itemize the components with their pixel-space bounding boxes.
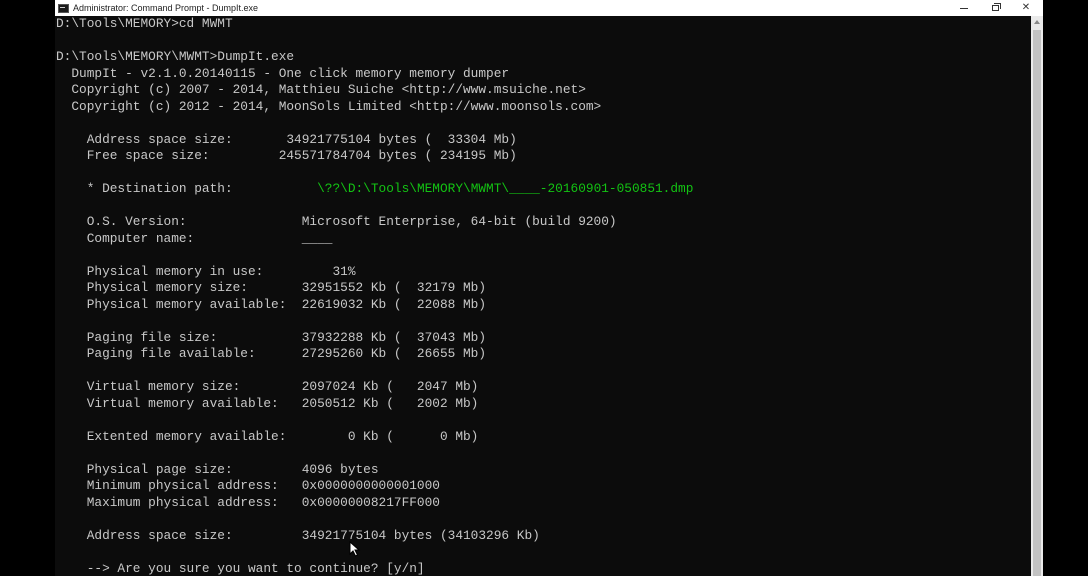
console-line: D:\Tools\MEMORY\MWMT>DumpIt.exe <box>56 49 1031 66</box>
console-line-text: Paging file size: 37932288 Kb ( 37043 Mb… <box>56 329 487 345</box>
restore-button[interactable] <box>979 0 1011 16</box>
scroll-thumb[interactable] <box>1033 30 1041 576</box>
console-line: Physical page size: 4096 bytes <box>56 462 1031 479</box>
console-line-text: Maximum physical address: 0x00000008217F… <box>56 494 440 510</box>
console-line-text: D:\Tools\MEMORY\MWMT>DumpIt.exe <box>56 49 295 64</box>
console-line: --> Are you sure you want to continue? [… <box>56 561 1031 576</box>
console-line-text: Physical memory available: 22619032 Kb (… <box>56 296 487 312</box>
console-line-text: Paging file available: 27295260 Kb ( 266… <box>56 346 487 361</box>
console-line-text: Physical page size: 4096 bytes <box>56 461 379 477</box>
console-line: Paging file available: 27295260 Kb ( 266… <box>56 346 1031 363</box>
mouse-pointer-icon <box>349 541 361 557</box>
scroll-up-arrow-icon[interactable] <box>1031 16 1043 28</box>
console-line: Free space size: 245571784704 bytes ( 23… <box>56 148 1031 165</box>
console-line: Physical memory in use: 31% <box>56 264 1031 281</box>
console-line: DumpIt - v2.1.0.20140115 - One click mem… <box>56 66 1031 83</box>
console-line-text: Minimum physical address: 0x000000000000… <box>56 478 440 493</box>
console-line: Maximum physical address: 0x00000008217F… <box>56 495 1031 512</box>
console-line-text: Computer name: ____ <box>56 230 333 246</box>
console-line-text: O.S. Version: Microsoft Enterprise, 64-b… <box>56 214 617 229</box>
console-line: Copyright (c) 2012 - 2014, MoonSols Limi… <box>56 99 1031 116</box>
minimize-button[interactable] <box>948 0 980 16</box>
restore-icon <box>991 3 1001 11</box>
console-line-text: Address space size: 34921775104 bytes ( … <box>56 131 517 147</box>
close-icon: ✕ <box>1021 2 1031 13</box>
console-line: Virtual memory available: 2050512 Kb ( 2… <box>56 396 1031 413</box>
command-prompt-window[interactable]: Administrator: Command Prompt - DumpIt.e… <box>55 0 1043 576</box>
vertical-scrollbar[interactable] <box>1031 16 1043 576</box>
console-line-text: Copyright (c) 2012 - 2014, MoonSols Limi… <box>56 98 602 114</box>
cmd-icon <box>58 3 69 13</box>
console-line-text: --> Are you sure you want to continue? [… <box>56 560 425 576</box>
console-line-text: D:\Tools\MEMORY>cd MWMT <box>56 16 233 31</box>
console-line-text: Copyright (c) 2007 - 2014, Matthieu Suic… <box>56 82 586 97</box>
console-line-text: Extented memory available: 0 Kb ( 0 Mb) <box>56 428 479 444</box>
console-line: Paging file size: 37932288 Kb ( 37043 Mb… <box>56 330 1031 347</box>
console-output[interactable]: D:\Tools\MEMORY>cd MWMT D:\Tools\MEMORY\M… <box>56 16 1031 576</box>
title-bar[interactable]: Administrator: Command Prompt - DumpIt.e… <box>55 0 1043 16</box>
console-line: * Destination path: \??\D:\Tools\MEMORY\… <box>56 181 1031 198</box>
console-line: Physical memory available: 22619032 Kb (… <box>56 297 1031 314</box>
console-line-text: Virtual memory available: 2050512 Kb ( 2… <box>56 395 479 411</box>
minimize-icon <box>960 7 968 9</box>
console-line-text: DumpIt - v2.1.0.20140115 - One click mem… <box>56 65 510 81</box>
window-title: Administrator: Command Prompt - DumpIt.e… <box>73 3 259 13</box>
console-line: D:\Tools\MEMORY>cd MWMT <box>56 16 1031 33</box>
console-line: Physical memory size: 32951552 Kb ( 3217… <box>56 280 1031 297</box>
console-line-text: * Destination path: <box>56 181 318 196</box>
console-line-text: Free space size: 245571784704 bytes ( 23… <box>56 148 517 163</box>
console-line: Address space size: 34921775104 bytes (3… <box>56 528 1031 545</box>
console-line: Extented memory available: 0 Kb ( 0 Mb) <box>56 429 1031 446</box>
destination-path-value: \??\D:\Tools\MEMORY\MWMT\____-20160901-0… <box>317 181 694 196</box>
console-line-text: Physical memory size: 32951552 Kb ( 3217… <box>56 280 487 295</box>
desktop-background: Administrator: Command Prompt - DumpIt.e… <box>0 0 1088 576</box>
console-line: Address space size: 34921775104 bytes ( … <box>56 132 1031 149</box>
console-line-text: Physical memory in use: 31% <box>56 263 356 279</box>
console-line: Copyright (c) 2007 - 2014, Matthieu Suic… <box>56 82 1031 99</box>
console-line: Computer name: ____ <box>56 231 1031 248</box>
console-line: O.S. Version: Microsoft Enterprise, 64-b… <box>56 214 1031 231</box>
console-line-text: Virtual memory size: 2097024 Kb ( 2047 M… <box>56 379 479 394</box>
close-button[interactable]: ✕ <box>1010 0 1042 16</box>
console-line-text: Address space size: 34921775104 bytes (3… <box>56 527 540 543</box>
console-line: Minimum physical address: 0x000000000000… <box>56 478 1031 495</box>
console-line: Virtual memory size: 2097024 Kb ( 2047 M… <box>56 379 1031 396</box>
